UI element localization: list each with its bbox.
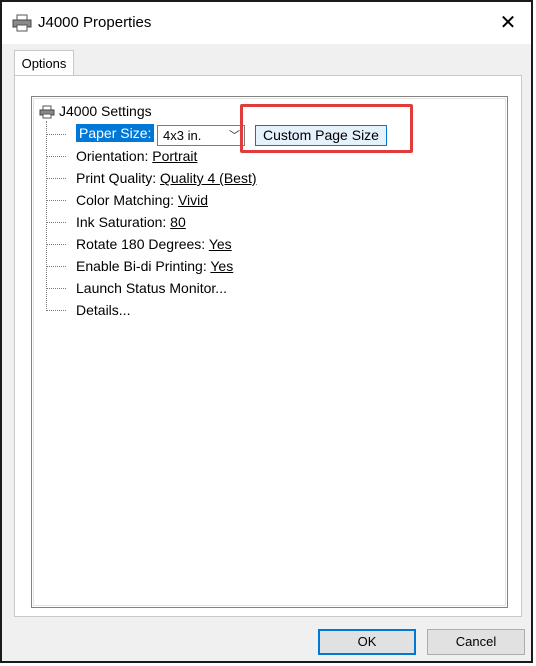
settings-tree[interactable]: J4000 Settings Paper Size: 4x3 in. ﹀ Cus… [31, 96, 508, 608]
ink-saturation-label: Ink Saturation: [76, 214, 171, 230]
rotate-180-value[interactable]: Yes [209, 236, 232, 252]
cancel-button[interactable]: Cancel [427, 629, 525, 655]
tab-options[interactable]: Options [14, 50, 74, 76]
bidi-printing-label: Enable Bi-di Printing: [76, 258, 211, 274]
tree-item-bidi-printing[interactable]: Enable Bi-di Printing: Yes [76, 258, 233, 274]
tree-item-rotate-180[interactable]: Rotate 180 Degrees: Yes [76, 236, 232, 252]
tree-item-color-matching[interactable]: Color Matching: Vivid [76, 192, 208, 208]
tree-item-orientation[interactable]: Orientation: Portrait [76, 148, 197, 164]
tree-connector [46, 222, 66, 223]
options-panel: J4000 Settings Paper Size: 4x3 in. ﹀ Cus… [14, 75, 522, 617]
tree-connector [46, 244, 66, 245]
tree-inner: J4000 Settings Paper Size: 4x3 in. ﹀ Cus… [33, 98, 506, 606]
tree-connector [46, 121, 47, 311]
window-title: J4000 Properties [38, 14, 152, 31]
paper-size-value: 4x3 in. [163, 128, 202, 143]
paper-size-label: Paper Size: [76, 124, 155, 142]
close-button[interactable]: ✕ [493, 8, 523, 38]
tree-item-launch-status-monitor[interactable]: Launch Status Monitor... [76, 280, 227, 296]
print-quality-label: Print Quality: [76, 170, 161, 186]
printer-icon [39, 105, 55, 119]
tree-connector [46, 178, 66, 179]
tree-connector [46, 134, 66, 135]
bidi-printing-value[interactable]: Yes [210, 258, 233, 274]
title-bar: J4000 Properties ✕ [2, 2, 531, 44]
ink-saturation-value[interactable]: 80 [170, 214, 186, 230]
tree-connector [46, 266, 66, 267]
tree-connector [46, 288, 66, 289]
tree-item-print-quality[interactable]: Print Quality: Quality 4 (Best) [76, 170, 257, 186]
tree-connector [46, 156, 66, 157]
chevron-down-icon: ﹀ [229, 130, 240, 142]
tree-connector [46, 200, 66, 201]
rotate-180-label: Rotate 180 Degrees: [76, 236, 209, 252]
tree-item-details[interactable]: Details... [76, 302, 130, 318]
printer-icon [12, 14, 32, 32]
ok-button[interactable]: OK [318, 629, 416, 655]
tree-root-label[interactable]: J4000 Settings [59, 103, 152, 119]
tree-item-ink-saturation[interactable]: Ink Saturation: 80 [76, 214, 186, 230]
print-quality-value[interactable]: Quality 4 (Best) [160, 170, 256, 186]
orientation-value[interactable]: Portrait [152, 148, 197, 164]
properties-dialog: J4000 Properties ✕ Options J4000 Setting… [0, 0, 533, 663]
orientation-label: Orientation: [76, 148, 153, 164]
color-matching-label: Color Matching: [76, 192, 178, 208]
color-matching-value[interactable]: Vivid [178, 192, 208, 208]
paper-size-dropdown[interactable]: 4x3 in. ﹀ [157, 125, 245, 146]
tree-item-paper-size[interactable]: Paper Size: [76, 124, 155, 142]
annotation-highlight-box [240, 104, 413, 153]
tree-connector [46, 310, 66, 311]
